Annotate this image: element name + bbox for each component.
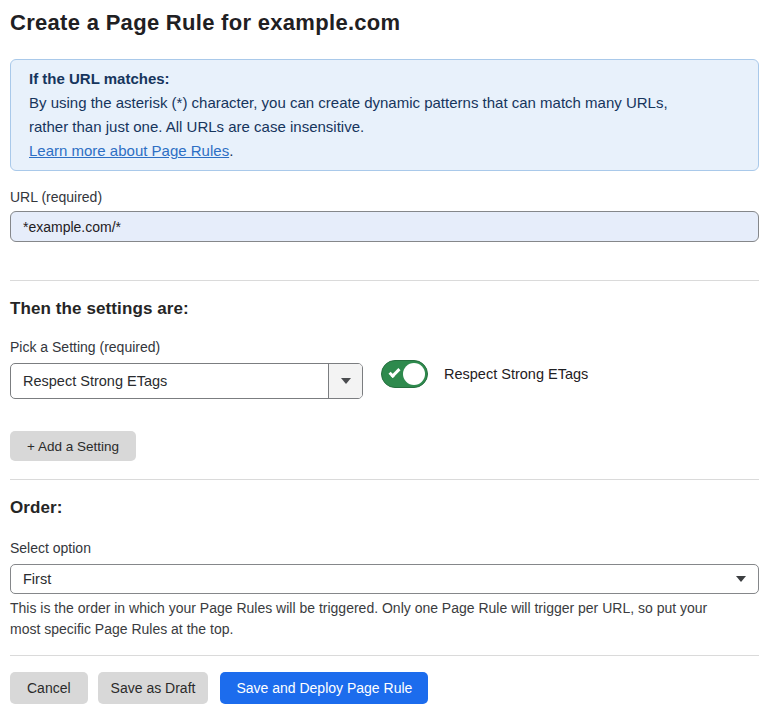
- info-box-link-line: Learn more about Page Rules.: [29, 139, 740, 163]
- url-input[interactable]: [10, 211, 759, 242]
- page-title: Create a Page Rule for example.com: [10, 0, 759, 36]
- setting-row: Respect Strong ETags Respect Strong ETag…: [10, 363, 759, 399]
- order-help-text: This is the order in which your Page Rul…: [10, 598, 740, 640]
- etag-toggle-label: Respect Strong ETags: [444, 366, 588, 382]
- order-select[interactable]: First: [10, 564, 759, 594]
- page-rule-form: Create a Page Rule for example.com If th…: [0, 0, 769, 704]
- divider: [10, 479, 759, 480]
- divider: [10, 280, 759, 281]
- toggle-knob: [403, 363, 425, 385]
- setting-select[interactable]: Respect Strong ETags: [10, 363, 363, 399]
- setting-select-value: Respect Strong ETags: [11, 373, 328, 389]
- save-and-deploy-button[interactable]: Save and Deploy Page Rule: [220, 672, 428, 704]
- learn-more-link[interactable]: Learn more about Page Rules: [29, 142, 229, 159]
- check-icon: [388, 366, 400, 378]
- order-section-heading: Order:: [10, 499, 759, 517]
- chevron-down-icon: [341, 378, 351, 384]
- url-field-label: URL (required): [10, 189, 759, 205]
- add-setting-button[interactable]: + Add a Setting: [10, 431, 136, 461]
- etag-toggle[interactable]: [381, 360, 428, 388]
- save-as-draft-button[interactable]: Save as Draft: [98, 672, 209, 704]
- chevron-down-icon: [736, 576, 746, 582]
- order-select-value: First: [23, 571, 736, 587]
- order-select-label: Select option: [10, 540, 759, 556]
- footer-buttons: Cancel Save as Draft Save and Deploy Pag…: [10, 672, 759, 704]
- pick-setting-label: Pick a Setting (required): [10, 339, 759, 355]
- info-box-heading: If the URL matches:: [29, 67, 740, 91]
- divider: [10, 655, 759, 656]
- info-box-body: By using the asterisk (*) character, you…: [29, 91, 709, 139]
- settings-section-heading: Then the settings are:: [10, 300, 759, 318]
- etag-toggle-group: Respect Strong ETags: [381, 360, 588, 388]
- setting-select-arrow-button[interactable]: [328, 364, 362, 398]
- link-suffix: .: [229, 142, 233, 159]
- cancel-button[interactable]: Cancel: [10, 672, 88, 704]
- url-match-info-box: If the URL matches: By using the asteris…: [10, 59, 759, 171]
